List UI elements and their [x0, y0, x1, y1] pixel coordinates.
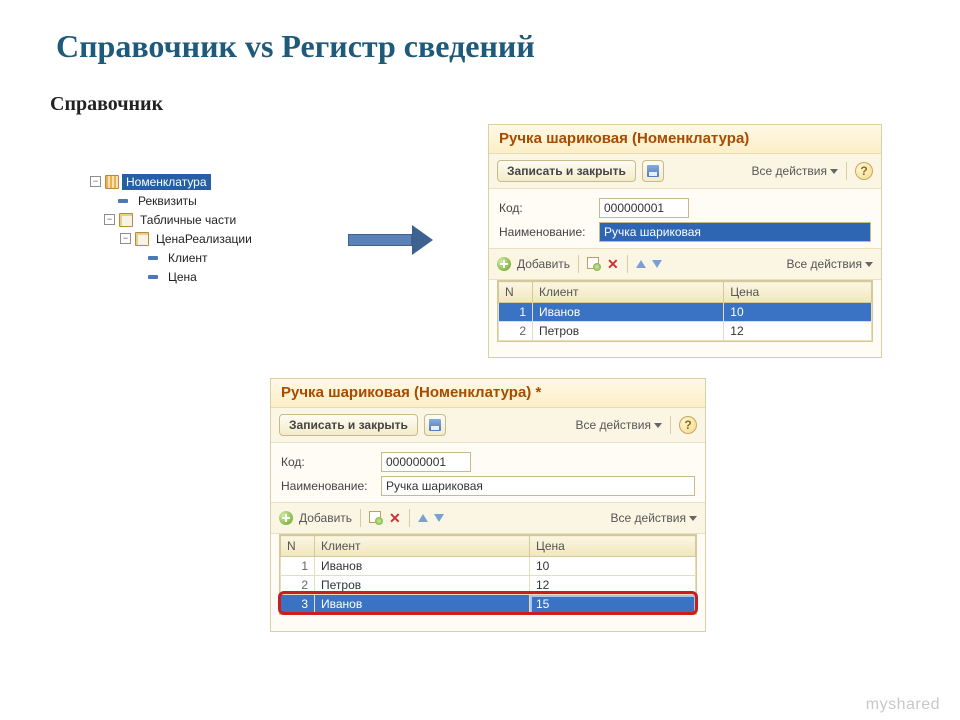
catalog-icon	[105, 175, 119, 189]
price-grid[interactable]: N Клиент Цена 1 Иванов 10 2 Петров 12 3 …	[279, 534, 697, 615]
code-label: Код:	[281, 455, 381, 469]
tree-collapse-icon[interactable]: −	[120, 233, 131, 244]
tree-collapse-icon[interactable]: −	[90, 176, 101, 187]
delete-icon[interactable]: ✕	[607, 256, 619, 273]
table-row[interactable]: 2 Петров 12	[499, 322, 872, 341]
grid-toolbar: Добавить ✕ Все действия	[489, 248, 881, 280]
grid-toolbar: Добавить ✕ Все действия	[271, 502, 705, 534]
form-toolbar: Записать и закрыть Все действия ?	[489, 154, 881, 189]
page-title: Справочник vs Регистр сведений	[0, 0, 960, 75]
all-actions-menu[interactable]: Все действия	[787, 257, 873, 271]
save-close-button[interactable]: Записать и закрыть	[497, 160, 636, 182]
tabular-section-icon	[135, 232, 149, 246]
help-icon[interactable]: ?	[855, 162, 873, 180]
code-input[interactable]	[599, 198, 689, 218]
arrow-icon	[348, 226, 432, 254]
form-title: Ручка шариковая (Номенклатура)	[489, 125, 881, 154]
col-n[interactable]: N	[281, 536, 315, 557]
name-label: Наименование:	[499, 225, 599, 239]
help-icon[interactable]: ?	[679, 416, 697, 434]
save-close-button[interactable]: Записать и закрыть	[279, 414, 418, 436]
tree-node-price-tab[interactable]: ЦенаРеализации	[152, 231, 256, 247]
table-row[interactable]: 3 Иванов 15	[281, 595, 696, 614]
move-down-icon[interactable]	[434, 514, 444, 522]
form-panel-top: Ручка шариковая (Номенклатура) Записать …	[488, 124, 882, 358]
form-toolbar: Записать и закрыть Все действия ?	[271, 408, 705, 443]
add-icon	[497, 257, 511, 271]
table-row[interactable]: 1 Иванов 10	[499, 303, 872, 322]
disk-icon	[429, 419, 441, 431]
tree-node-root[interactable]: Номенклатура	[122, 174, 211, 190]
name-input[interactable]: Ручка шариковая	[599, 222, 871, 242]
form-panel-bottom: Ручка шариковая (Номенклатура) * Записат…	[270, 378, 706, 632]
watermark: myshared	[866, 696, 940, 714]
clone-icon[interactable]	[587, 257, 601, 271]
col-client[interactable]: Клиент	[315, 536, 530, 557]
move-up-icon[interactable]	[418, 514, 428, 522]
form-title: Ручка шариковая (Номенклатура) *	[271, 379, 705, 408]
add-row-button[interactable]: Добавить	[299, 511, 352, 525]
chevron-down-icon	[654, 423, 662, 428]
delete-icon[interactable]: ✕	[389, 510, 401, 527]
config-tree: − Номенклатура Реквизиты − Табличные час…	[90, 172, 256, 286]
tree-node-client[interactable]: Клиент	[164, 250, 212, 266]
save-button[interactable]	[642, 160, 664, 182]
chevron-down-icon	[865, 262, 873, 267]
tree-node-price[interactable]: Цена	[164, 269, 201, 285]
name-input[interactable]	[381, 476, 695, 496]
clone-icon[interactable]	[369, 511, 383, 525]
section-subtitle: Справочник	[0, 75, 960, 120]
chevron-down-icon	[689, 516, 697, 521]
code-input[interactable]	[381, 452, 471, 472]
all-actions-menu[interactable]: Все действия	[576, 418, 662, 432]
all-actions-menu[interactable]: Все действия	[611, 511, 697, 525]
tree-node-attrs[interactable]: Реквизиты	[134, 193, 201, 209]
move-up-icon[interactable]	[636, 260, 646, 268]
col-price[interactable]: Цена	[530, 536, 696, 557]
table-row[interactable]: 1 Иванов 10	[281, 557, 696, 576]
col-price[interactable]: Цена	[724, 282, 872, 303]
col-client[interactable]: Клиент	[533, 282, 724, 303]
tabular-sections-icon	[119, 213, 133, 227]
tree-node-tabular[interactable]: Табличные части	[136, 212, 240, 228]
save-button[interactable]	[424, 414, 446, 436]
col-n[interactable]: N	[499, 282, 533, 303]
attribute-icon	[148, 256, 158, 260]
add-icon	[279, 511, 293, 525]
table-row[interactable]: 2 Петров 12	[281, 576, 696, 595]
price-grid[interactable]: N Клиент Цена 1 Иванов 10 2 Петров 12	[497, 280, 873, 342]
name-label: Наименование:	[281, 479, 381, 493]
disk-icon	[647, 165, 659, 177]
move-down-icon[interactable]	[652, 260, 662, 268]
attribute-icon	[118, 199, 128, 203]
attribute-icon	[148, 275, 158, 279]
chevron-down-icon	[830, 169, 838, 174]
code-label: Код:	[499, 201, 599, 215]
all-actions-menu[interactable]: Все действия	[752, 164, 838, 178]
add-row-button[interactable]: Добавить	[517, 257, 570, 271]
tree-collapse-icon[interactable]: −	[104, 214, 115, 225]
